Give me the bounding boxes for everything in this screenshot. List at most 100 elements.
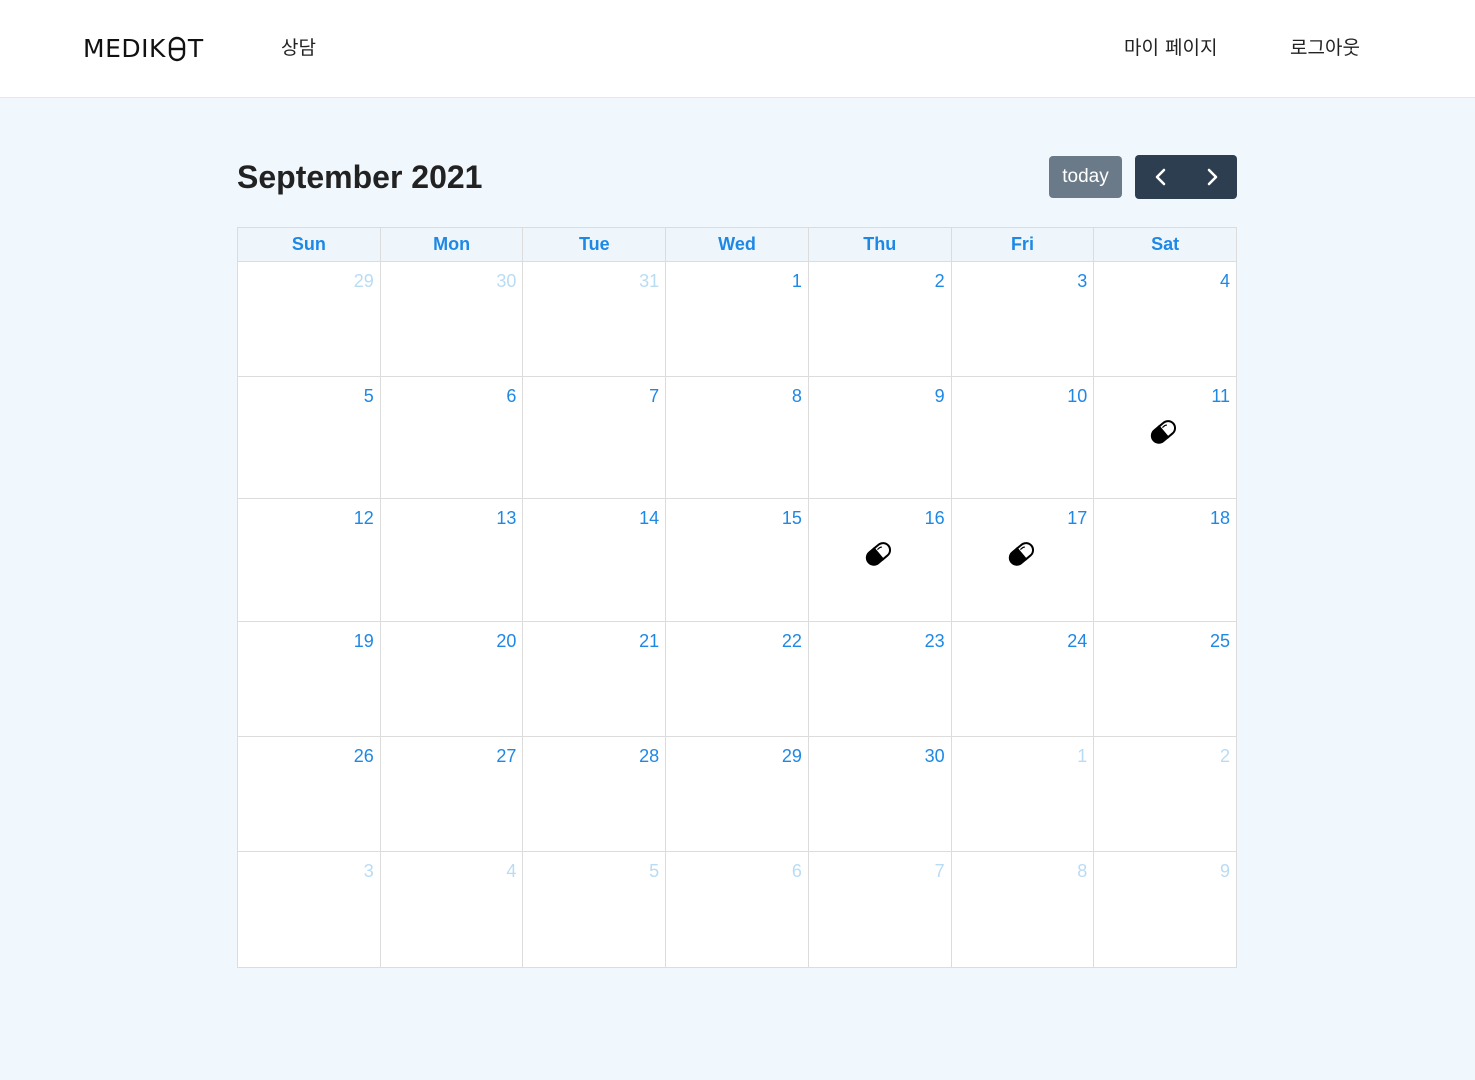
pill-icon[interactable] — [1148, 417, 1184, 453]
day-cell[interactable]: 6 — [666, 852, 809, 967]
day-number: 13 — [496, 508, 517, 528]
pill-icon[interactable] — [863, 539, 899, 575]
day-cell[interactable]: 26 — [238, 737, 381, 851]
weekday-header-sun: Sun — [238, 228, 381, 261]
day-cell[interactable]: 22 — [666, 622, 809, 736]
day-cell[interactable]: 20 — [381, 622, 524, 736]
chevron-right-icon — [1207, 168, 1217, 186]
day-cell[interactable]: 23 — [809, 622, 952, 736]
day-cell[interactable]: 29 — [238, 262, 381, 376]
day-number: 5 — [649, 861, 660, 881]
weekday-header-row: Sun Mon Tue Wed Thu Fri Sat — [238, 228, 1236, 262]
day-number: 31 — [639, 271, 660, 291]
day-number: 7 — [649, 386, 660, 406]
day-number: 2 — [934, 271, 945, 291]
day-cell[interactable]: 11 — [1094, 377, 1236, 498]
day-number: 25 — [1210, 631, 1231, 651]
day-number: 7 — [934, 861, 945, 881]
day-cell[interactable]: 21 — [523, 622, 667, 736]
day-cell[interactable]: 27 — [381, 737, 524, 851]
pill-logo-icon — [168, 36, 186, 62]
day-number: 29 — [353, 271, 374, 291]
calendar-week-row: 19 20 21 22 23 24 25 — [238, 622, 1236, 737]
day-cell[interactable]: 4 — [381, 852, 524, 967]
day-cell[interactable]: 16 — [809, 499, 952, 621]
day-cell[interactable]: 31 — [523, 262, 667, 376]
day-cell[interactable]: 29 — [666, 737, 809, 851]
day-cell[interactable]: 1 — [952, 737, 1095, 851]
day-number: 24 — [1067, 631, 1088, 651]
logo-text-right: T — [187, 34, 204, 63]
logo-text-left: MEDIK — [83, 34, 166, 63]
day-cell[interactable]: 28 — [523, 737, 667, 851]
day-number: 1 — [791, 271, 802, 291]
day-number: 1 — [1077, 746, 1088, 766]
day-number: 8 — [1077, 861, 1088, 881]
calendar-week-row: 3 4 5 6 7 8 9 — [238, 852, 1236, 967]
day-cell[interactable]: 13 — [381, 499, 524, 621]
day-cell[interactable]: 2 — [809, 262, 952, 376]
day-cell[interactable]: 1 — [666, 262, 809, 376]
day-cell[interactable]: 3 — [238, 852, 381, 967]
prev-month-button[interactable] — [1135, 155, 1186, 199]
day-number: 16 — [924, 508, 945, 528]
day-cell[interactable]: 19 — [238, 622, 381, 736]
day-number: 11 — [1211, 386, 1231, 406]
day-number: 6 — [506, 386, 517, 406]
day-number: 9 — [934, 386, 945, 406]
day-number: 21 — [639, 631, 660, 651]
weekday-header-thu: Thu — [809, 228, 952, 261]
day-cell[interactable]: 8 — [952, 852, 1095, 967]
day-number: 27 — [496, 746, 517, 766]
day-number: 5 — [363, 386, 374, 406]
day-cell[interactable]: 3 — [952, 262, 1095, 376]
weekday-header-wed: Wed — [666, 228, 809, 261]
day-cell[interactable]: 4 — [1094, 262, 1236, 376]
day-cell[interactable]: 9 — [1094, 852, 1236, 967]
weekday-header-fri: Fri — [952, 228, 1095, 261]
calendar-week-row: 26 27 28 29 30 1 2 — [238, 737, 1236, 852]
day-number: 3 — [1077, 271, 1088, 291]
chevron-left-icon — [1155, 168, 1165, 186]
top-navbar: MEDIK T 상담 마이 페이지 로그아웃 — [0, 0, 1475, 98]
day-cell[interactable]: 6 — [381, 377, 524, 498]
day-cell[interactable]: 5 — [523, 852, 667, 967]
pill-icon[interactable] — [1006, 539, 1042, 575]
weekday-header-mon: Mon — [381, 228, 524, 261]
day-number: 29 — [781, 746, 802, 766]
day-cell[interactable]: 25 — [1094, 622, 1236, 736]
day-cell[interactable]: 10 — [952, 377, 1095, 498]
month-calendar-grid: Sun Mon Tue Wed Thu Fri Sat 29 30 31 1 2 3 4 5 6 7 8 9 10 1… — [237, 227, 1237, 968]
day-number: 28 — [639, 746, 660, 766]
day-cell[interactable]: 8 — [666, 377, 809, 498]
month-nav-buttons — [1135, 155, 1237, 199]
today-button[interactable]: today — [1049, 156, 1122, 198]
day-cell[interactable]: 9 — [809, 377, 952, 498]
day-number: 2 — [1220, 746, 1231, 766]
day-number: 18 — [1210, 508, 1231, 528]
day-number: 10 — [1067, 386, 1088, 406]
day-cell[interactable]: 14 — [523, 499, 667, 621]
day-cell[interactable]: 7 — [523, 377, 667, 498]
day-number: 26 — [353, 746, 374, 766]
medikot-logo[interactable]: MEDIK T — [83, 34, 204, 64]
day-cell[interactable]: 24 — [952, 622, 1095, 736]
next-month-button[interactable] — [1186, 155, 1237, 199]
day-cell[interactable]: 12 — [238, 499, 381, 621]
day-cell[interactable]: 18 — [1094, 499, 1236, 621]
day-cell[interactable]: 30 — [809, 737, 952, 851]
nav-consult-link[interactable]: 상담 — [281, 36, 316, 60]
calendar-week-row: 12 13 14 15 16 17 18 — [238, 499, 1236, 622]
day-cell[interactable]: 30 — [381, 262, 524, 376]
day-number: 30 — [924, 746, 945, 766]
day-cell[interactable]: 2 — [1094, 737, 1236, 851]
day-number: 17 — [1067, 508, 1088, 528]
day-cell[interactable]: 5 — [238, 377, 381, 498]
day-cell[interactable]: 15 — [666, 499, 809, 621]
day-cell[interactable]: 7 — [809, 852, 952, 967]
calendar-week-row: 29 30 31 1 2 3 4 — [238, 262, 1236, 377]
nav-mypage-link[interactable]: 마이 페이지 — [1124, 36, 1217, 60]
day-number: 6 — [791, 861, 802, 881]
nav-logout-link[interactable]: 로그아웃 — [1290, 36, 1360, 60]
day-cell[interactable]: 17 — [952, 499, 1095, 621]
